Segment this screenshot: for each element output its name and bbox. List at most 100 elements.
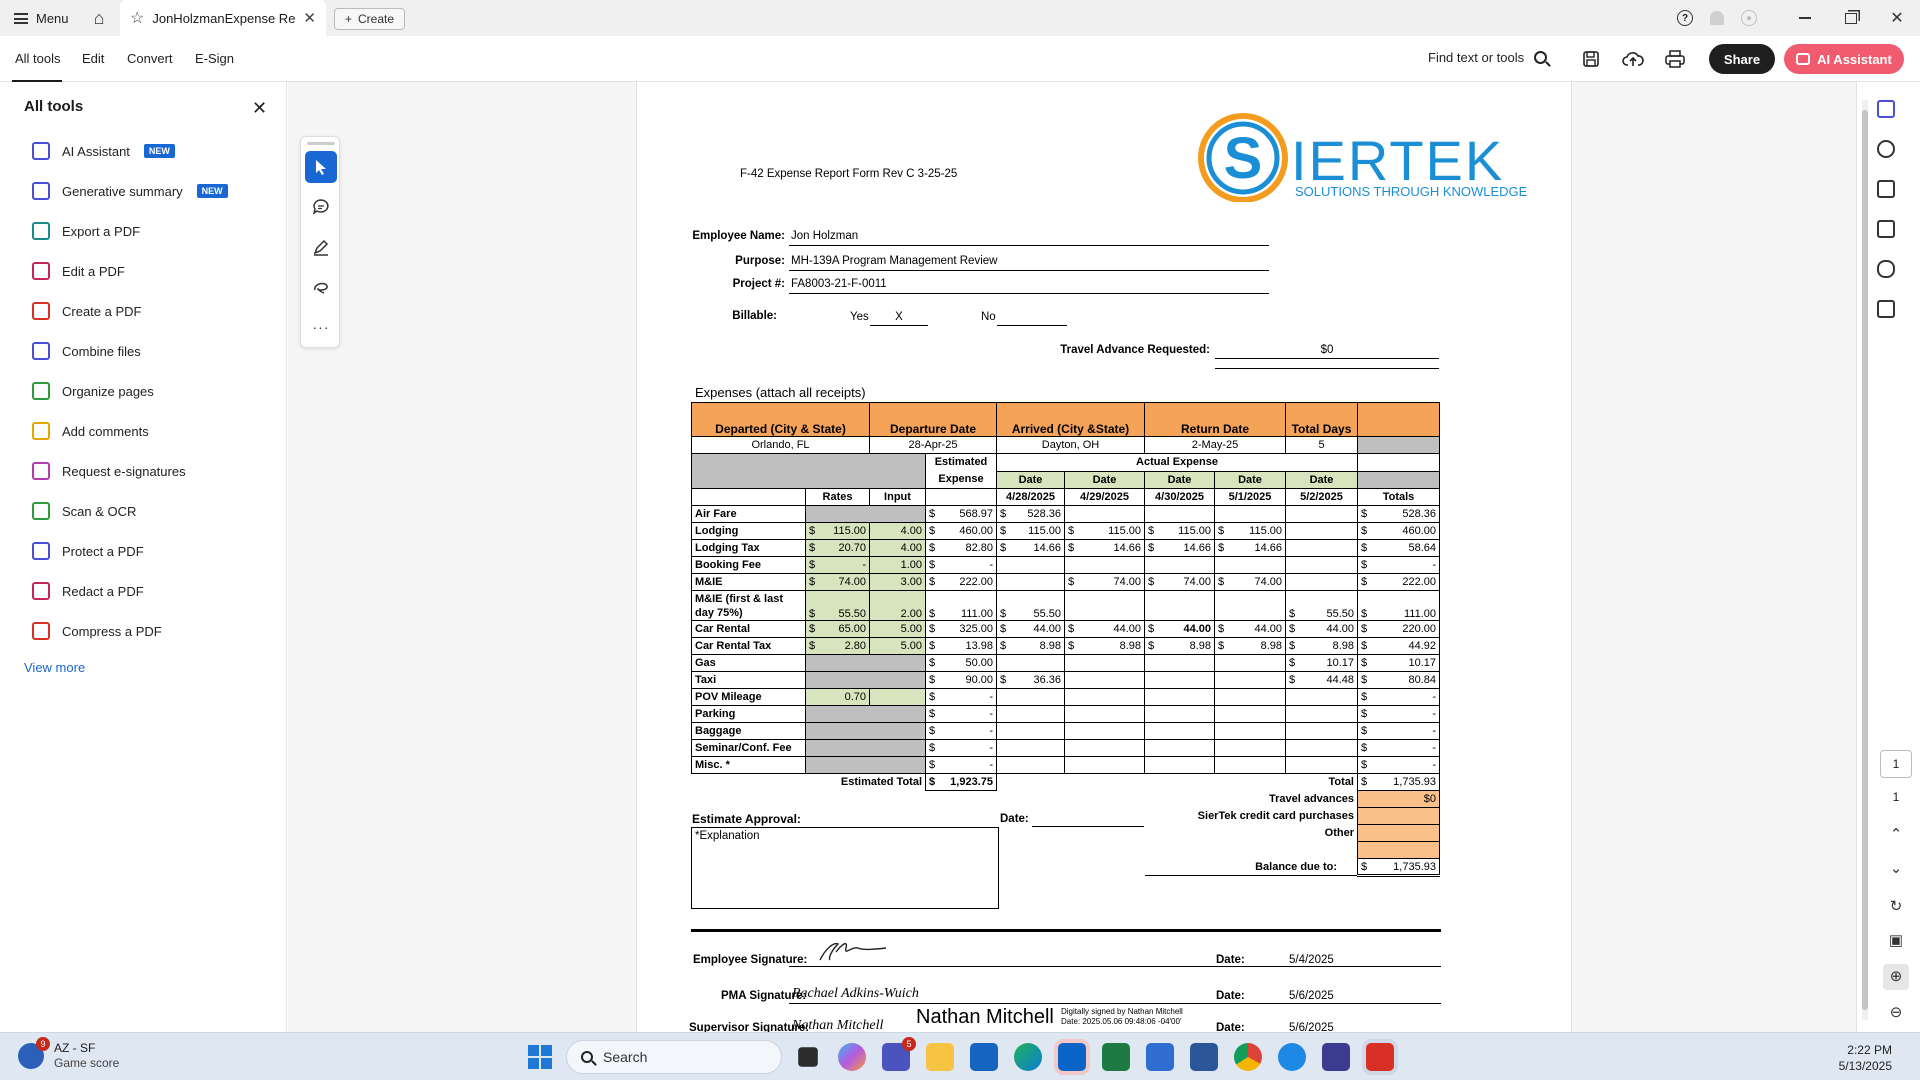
daily-amount[interactable] [996, 573, 1065, 591]
purpose-field[interactable]: MH-139A Program Management Review [789, 255, 1269, 271]
rate-cell[interactable]: $115.00 [805, 522, 870, 540]
input-cell[interactable]: 5.00 [869, 620, 926, 638]
current-page-input[interactable]: 1 [1880, 750, 1912, 778]
teams-icon[interactable]: 5 [882, 1037, 916, 1071]
expense-date[interactable]: 4/29/2025 [1064, 488, 1145, 506]
widgets-button[interactable]: 9 AZ - SF Game score [18, 1037, 119, 1071]
daily-amount[interactable]: $8.98 [1144, 637, 1215, 655]
return-date[interactable]: 2-May-25 [1144, 436, 1286, 454]
highlight-pen-icon[interactable] [305, 231, 337, 263]
menu-edit[interactable]: Edit [82, 51, 104, 66]
select-cursor-icon[interactable] [305, 151, 337, 183]
tool-item-export-a-pdf[interactable]: Export a PDF [32, 220, 140, 242]
chrome-icon[interactable] [1234, 1043, 1262, 1071]
daily-amount[interactable] [1064, 722, 1145, 740]
credit-card-value[interactable] [1357, 807, 1440, 825]
tool-item-scan-ocr[interactable]: Scan & OCR [32, 500, 136, 522]
daily-amount[interactable]: $44.00 [1214, 620, 1286, 638]
daily-amount[interactable] [1285, 756, 1358, 774]
travel-advance-field[interactable]: $0 [1215, 344, 1439, 359]
departed-city[interactable]: Orlando, FL [691, 436, 870, 454]
daily-amount[interactable] [1214, 556, 1286, 574]
copilot-icon[interactable] [838, 1043, 866, 1071]
home-icon[interactable]: ⌂ [88, 8, 110, 28]
expense-date[interactable]: 5/1/2025 [1214, 488, 1286, 506]
billable-no-field[interactable] [997, 311, 1067, 326]
create-button[interactable]: + Create [334, 8, 406, 30]
rate-cell[interactable]: $55.50 [805, 590, 870, 621]
daily-amount[interactable]: $44.00 [996, 620, 1065, 638]
daily-amount[interactable]: $44.48 [1285, 671, 1358, 689]
daily-amount[interactable] [1064, 756, 1145, 774]
employee-name-field[interactable]: Jon Holzman [789, 230, 1269, 246]
microsoft-store-icon[interactable] [970, 1043, 998, 1071]
draw-freehand-icon[interactable] [305, 271, 337, 303]
daily-amount[interactable] [1214, 671, 1286, 689]
ai-summary-icon[interactable] [1877, 100, 1895, 118]
excel-icon[interactable] [1102, 1043, 1130, 1071]
daily-amount[interactable] [996, 654, 1065, 672]
other-value[interactable] [1357, 824, 1440, 842]
daily-amount[interactable] [1144, 756, 1215, 774]
approval-date-field[interactable] [1032, 826, 1144, 827]
find-text-or-tools[interactable]: Find text or tools [1428, 50, 1548, 65]
daily-amount[interactable] [1144, 505, 1215, 523]
daily-amount[interactable] [1285, 705, 1358, 723]
daily-amount[interactable]: $74.00 [1214, 573, 1286, 591]
calculator-icon[interactable] [1146, 1043, 1174, 1071]
daily-amount[interactable] [1144, 671, 1215, 689]
project-field[interactable]: FA8003-21-F-0011 [789, 278, 1269, 294]
tool-item-generative-summary[interactable]: Generative summary NEW [32, 180, 228, 202]
daily-amount[interactable]: $14.66 [1214, 539, 1286, 557]
arrived-city[interactable]: Dayton, OH [996, 436, 1145, 454]
travel-advances-value[interactable]: $0 [1357, 790, 1440, 808]
file-explorer-icon[interactable] [926, 1043, 954, 1071]
daily-amount[interactable] [1064, 671, 1145, 689]
daily-amount[interactable]: $8.98 [1214, 637, 1286, 655]
daily-amount[interactable] [1144, 722, 1215, 740]
digital-signature-stamp[interactable]: Digitally signed by Nathan Mitchell Date… [1061, 1007, 1183, 1027]
attachment-link-icon[interactable] [1877, 260, 1895, 278]
bookmarks-icon[interactable] [1877, 180, 1895, 198]
close-tab-icon[interactable]: ✕ [303, 9, 316, 27]
input-cell[interactable]: 1.00 [869, 556, 926, 574]
tool-item-compress-a-pdf[interactable]: Compress a PDF [32, 620, 162, 642]
daily-amount[interactable] [996, 739, 1065, 757]
rate-cell[interactable]: $2.80 [805, 637, 870, 655]
explanation-box[interactable]: *Explanation [691, 827, 999, 909]
daily-amount[interactable]: $10.17 [1285, 654, 1358, 672]
document-tab[interactable]: ☆ JonHolzmanExpense Re... ✕ [120, 0, 326, 36]
vertical-scrollbar[interactable] [1862, 100, 1868, 1020]
task-view-icon[interactable] [798, 1047, 818, 1067]
daily-amount[interactable]: $74.00 [1064, 573, 1145, 591]
daily-amount[interactable]: $115.00 [1144, 522, 1215, 540]
pages-thumbnail-icon[interactable] [1877, 220, 1895, 238]
tool-item-edit-a-pdf[interactable]: Edit a PDF [32, 260, 125, 282]
daily-amount[interactable]: $55.50 [996, 590, 1065, 621]
daily-amount[interactable] [1214, 688, 1286, 706]
copilot-app-icon[interactable] [1278, 1043, 1306, 1071]
billable-yes-field[interactable]: X [870, 311, 928, 326]
daily-amount[interactable] [996, 722, 1065, 740]
comments-icon[interactable] [1877, 140, 1895, 158]
view-more-link[interactable]: View more [24, 660, 85, 675]
daily-amount[interactable]: $8.98 [996, 637, 1065, 655]
total-days[interactable]: 5 [1285, 436, 1358, 454]
daily-amount[interactable] [1285, 722, 1358, 740]
daily-amount[interactable]: $115.00 [1214, 522, 1286, 540]
daily-amount[interactable] [996, 705, 1065, 723]
fill-sign-icon[interactable] [1877, 300, 1895, 318]
daily-amount[interactable]: $528.36 [996, 505, 1065, 523]
daily-amount[interactable] [1064, 556, 1145, 574]
daily-amount[interactable] [1285, 739, 1358, 757]
tool-item-organize-pages[interactable]: Organize pages [32, 380, 154, 402]
daily-amount[interactable] [1144, 590, 1215, 621]
taskbar-search[interactable]: Search [566, 1040, 782, 1074]
close-window-button[interactable]: ✕ [1874, 0, 1920, 36]
start-button[interactable] [528, 1045, 552, 1069]
daily-amount[interactable] [1285, 556, 1358, 574]
daily-amount[interactable] [1214, 590, 1286, 621]
menu-e-sign[interactable]: E-Sign [195, 51, 234, 66]
daily-amount[interactable]: $74.00 [1144, 573, 1215, 591]
share-button[interactable]: Share [1709, 44, 1775, 74]
